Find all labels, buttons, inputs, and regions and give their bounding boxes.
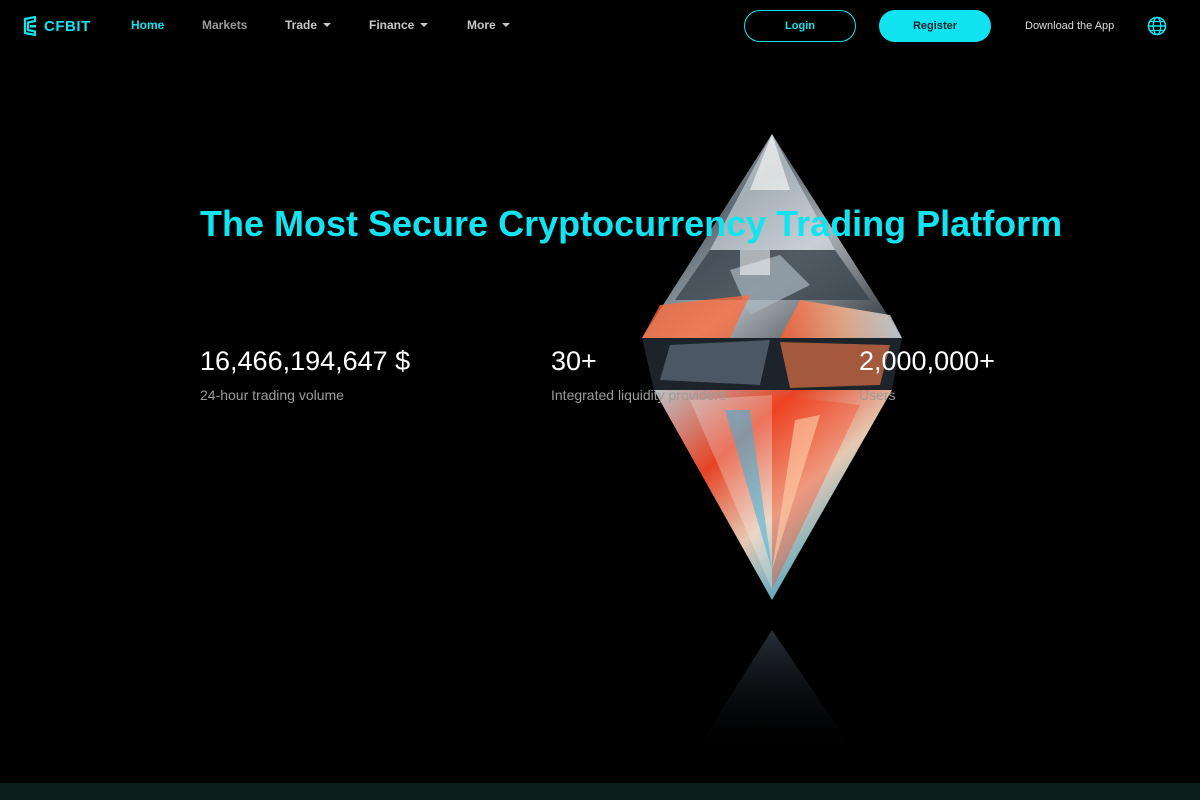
stat-label: Integrated liquidity providers bbox=[551, 387, 727, 403]
top-navigation: CFBIT Home Markets Trade Finance More Lo… bbox=[0, 0, 1200, 52]
nav-finance[interactable]: Finance bbox=[369, 18, 429, 32]
download-app-link[interactable]: Download the App bbox=[1025, 20, 1114, 32]
hero-title: The Most Secure Cryptocurrency Trading P… bbox=[200, 203, 1063, 244]
stat-value: 2,000,000+ bbox=[859, 346, 995, 376]
globe-icon bbox=[1147, 16, 1167, 36]
stat-users: 2,000,000+ Users bbox=[859, 346, 995, 403]
page: CFBIT Home Markets Trade Finance More Lo… bbox=[0, 0, 1200, 800]
next-section-edge bbox=[0, 783, 1200, 800]
language-selector[interactable] bbox=[1147, 16, 1167, 41]
nav-markets[interactable]: Markets bbox=[202, 18, 247, 32]
login-button[interactable]: Login bbox=[744, 10, 856, 42]
stat-label: 24-hour trading volume bbox=[200, 387, 344, 403]
logo[interactable]: CFBIT bbox=[22, 16, 91, 36]
nav-trade-label: Trade bbox=[285, 18, 318, 32]
register-button[interactable]: Register bbox=[879, 10, 991, 42]
chevron-down-icon bbox=[323, 23, 332, 27]
chevron-down-icon bbox=[501, 23, 510, 27]
stat-value: 16,466,194,647 $ bbox=[200, 346, 411, 376]
nav-finance-label: Finance bbox=[369, 18, 415, 32]
nav-home[interactable]: Home bbox=[131, 18, 164, 32]
chevron-down-icon bbox=[420, 23, 429, 27]
stat-trading-volume: 16,466,194,647 $ 24-hour trading volume bbox=[200, 346, 410, 403]
stat-liquidity-providers: 30+ Integrated liquidity providers bbox=[551, 346, 726, 403]
nav-more[interactable]: More bbox=[467, 18, 510, 32]
nav-trade[interactable]: Trade bbox=[285, 18, 332, 32]
nav-more-label: More bbox=[467, 18, 496, 32]
nav-markets-label: Markets bbox=[202, 18, 248, 32]
cfbit-logo-icon bbox=[23, 16, 37, 36]
brand-name: CFBIT bbox=[44, 17, 91, 35]
nav-home-label: Home bbox=[131, 18, 165, 32]
stat-value: 30+ bbox=[551, 346, 597, 376]
stat-label: Users bbox=[859, 387, 896, 403]
